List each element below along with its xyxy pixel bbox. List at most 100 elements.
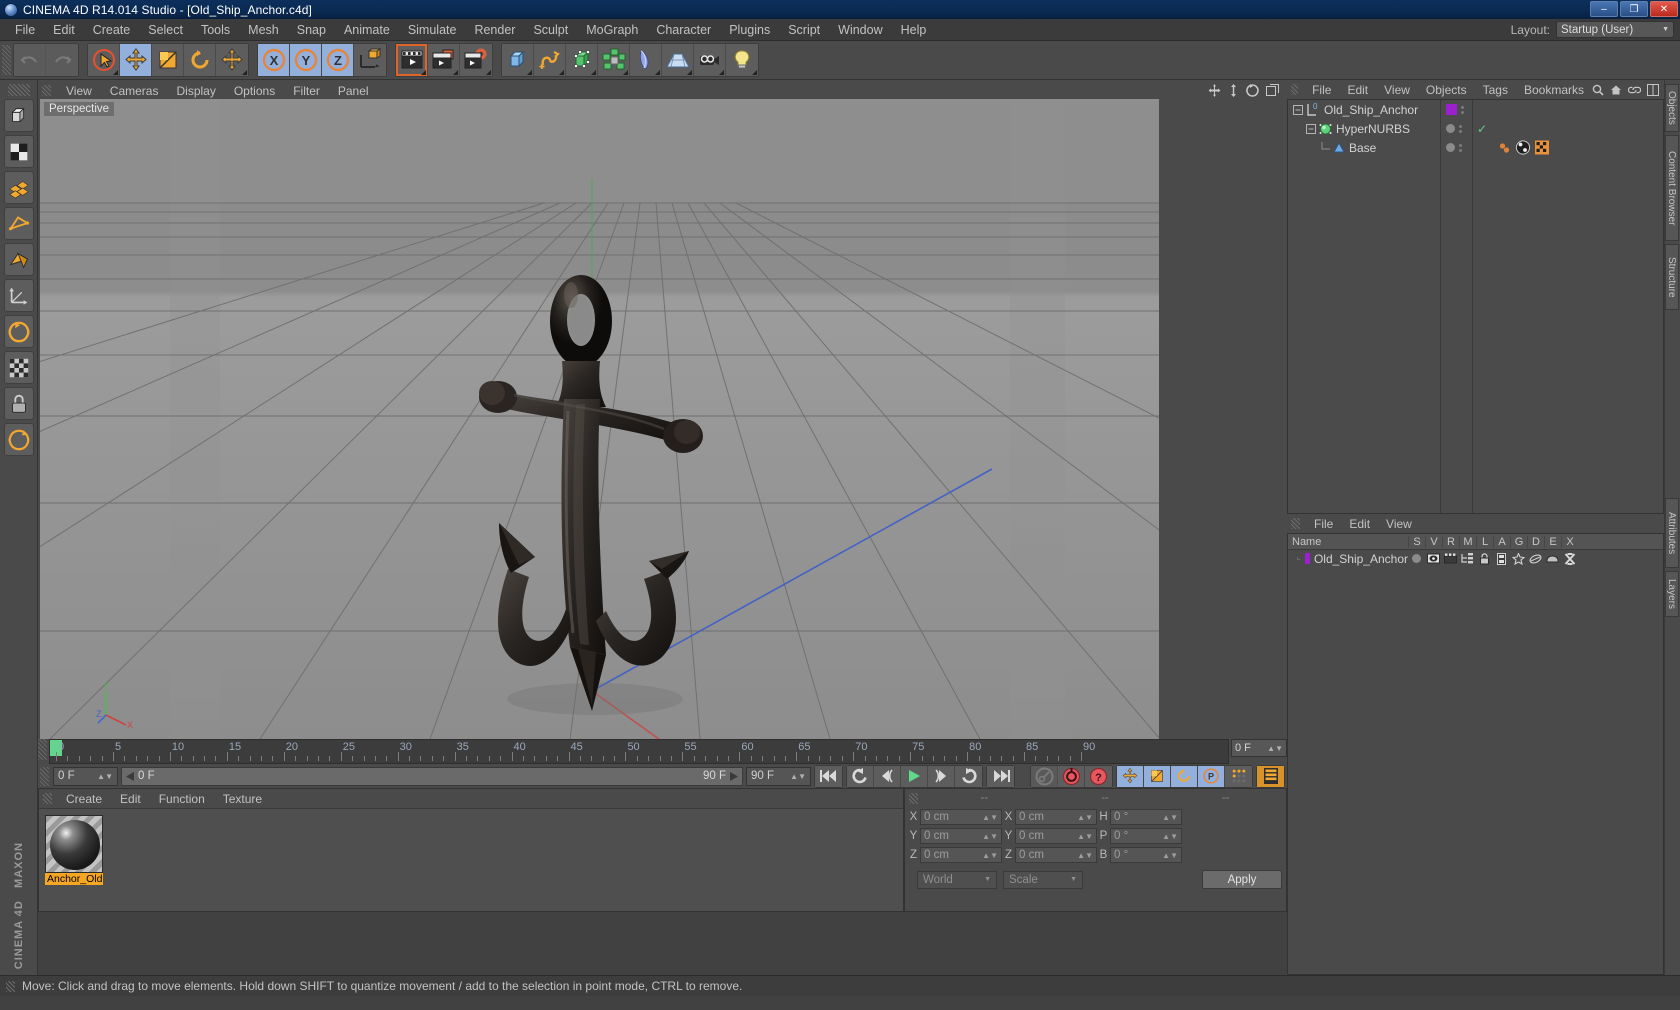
layer-color-swatch[interactable]: [1305, 553, 1310, 564]
viewport-menu-grip[interactable]: [42, 85, 51, 96]
layer-row[interactable]: Old_Ship_Anchor: [1288, 550, 1663, 567]
object-manager-grip[interactable]: [1291, 84, 1299, 95]
spinner-icon[interactable]: ▲▼: [790, 772, 806, 781]
layer-cell-l[interactable]: [1476, 552, 1493, 565]
layout-icon[interactable]: [1647, 83, 1659, 96]
solo-dot-icon[interactable]: [1412, 554, 1421, 563]
spinner-icon[interactable]: ▲▼: [97, 772, 113, 781]
render-settings-icon[interactable]: [460, 44, 492, 76]
loop-icon[interactable]: [955, 765, 982, 787]
object-row-hypernurbs[interactable]: HyperNURBS: [1288, 119, 1440, 138]
menu-item-character[interactable]: Character: [647, 21, 720, 39]
polygons-mode-icon[interactable]: [3, 243, 34, 276]
current-frame-field[interactable]: 0 F ▲▼: [1231, 739, 1287, 757]
pos-x-field[interactable]: 0 cm ▲▼: [920, 809, 1002, 825]
rot-p-field[interactable]: 0 ° ▲▼: [1110, 828, 1182, 844]
texture-tag-icon[interactable]: [1515, 140, 1531, 155]
floor-icon[interactable]: [662, 44, 694, 76]
layer-col-r[interactable]: R: [1442, 535, 1459, 548]
anim-start-field[interactable]: 0 F ▲▼: [53, 766, 118, 786]
visibility-dots-row-1[interactable]: [1441, 100, 1472, 119]
material-menu-function[interactable]: Function: [150, 791, 214, 807]
layer-manager-grip[interactable]: [1291, 518, 1300, 529]
camera-icon[interactable]: [694, 44, 726, 76]
axis-move-icon[interactable]: [216, 44, 248, 76]
play-backwards-loop-icon[interactable]: [847, 765, 874, 787]
maximize-view-icon[interactable]: [1266, 84, 1279, 97]
redo-icon[interactable]: [46, 44, 78, 76]
menu-item-select[interactable]: Select: [139, 21, 192, 39]
lock-axis-icon[interactable]: [3, 387, 34, 420]
bend-deformer-icon[interactable]: [630, 44, 662, 76]
array-icon[interactable]: [598, 44, 630, 76]
enabled-check-icon[interactable]: ✓: [1477, 122, 1487, 136]
maximize-button[interactable]: ❐: [1620, 1, 1648, 17]
z-axis-icon[interactable]: Z: [322, 44, 354, 76]
edges-mode-icon[interactable]: [3, 207, 34, 240]
link-icon[interactable]: [1628, 85, 1641, 95]
material-menu-texture[interactable]: Texture: [214, 791, 271, 807]
visibility-dots-row-3[interactable]: [1441, 138, 1472, 157]
object-menu-file[interactable]: File: [1304, 82, 1339, 98]
y-axis-icon[interactable]: Y: [290, 44, 322, 76]
menu-item-snap[interactable]: Snap: [288, 21, 335, 39]
move-camera-icon[interactable]: [1208, 84, 1221, 97]
material-menu-edit[interactable]: Edit: [111, 791, 150, 807]
goto-start-icon[interactable]: [815, 765, 842, 787]
spinner-icon[interactable]: ▲▼: [1077, 832, 1093, 841]
size-x-field[interactable]: 0 cm ▲▼: [1015, 809, 1097, 825]
tab-structure[interactable]: Structure: [1665, 244, 1679, 310]
model-mode-icon[interactable]: [3, 99, 34, 132]
viewport-menu-cameras[interactable]: Cameras: [101, 83, 168, 99]
param-key-icon[interactable]: P: [1198, 765, 1225, 787]
expand-collapse-icon[interactable]: [1291, 103, 1305, 117]
scale-key-icon[interactable]: [1144, 765, 1171, 787]
toolbar-grip[interactable]: [2, 45, 11, 75]
menu-item-file[interactable]: File: [6, 21, 44, 39]
spinner-icon[interactable]: ▲▼: [1162, 813, 1178, 822]
spinner-icon[interactable]: ▲▼: [982, 832, 998, 841]
visibility-toggle-icon[interactable]: [1461, 105, 1464, 114]
visibility-toggle-icon[interactable]: [1459, 124, 1462, 133]
menu-item-script[interactable]: Script: [779, 21, 829, 39]
render-region-icon[interactable]: [428, 44, 460, 76]
viewport-menu-filter[interactable]: Filter: [284, 83, 329, 99]
material-menu-create[interactable]: Create: [57, 791, 111, 807]
menu-item-edit[interactable]: Edit: [44, 21, 84, 39]
menu-item-window[interactable]: Window: [829, 21, 891, 39]
layer-col-s[interactable]: S: [1408, 535, 1425, 548]
render-view-icon[interactable]: [396, 44, 428, 76]
layer-cell-x[interactable]: [1561, 552, 1578, 565]
rot-b-field[interactable]: 0 ° ▲▼: [1110, 847, 1182, 863]
search-icon[interactable]: [1592, 84, 1604, 96]
x-axis-icon[interactable]: X: [258, 44, 290, 76]
object-menu-objects[interactable]: Objects: [1418, 82, 1475, 98]
visibility-dot[interactable]: [1446, 143, 1455, 152]
layer-menu-view[interactable]: View: [1378, 516, 1420, 532]
spinner-icon[interactable]: ▲▼: [1162, 851, 1178, 860]
spinner-icon[interactable]: ▲▼: [1267, 744, 1283, 753]
close-button[interactable]: ✕: [1650, 1, 1678, 17]
timeline-grip[interactable]: [38, 739, 47, 760]
pos-z-field[interactable]: 0 cm ▲▼: [920, 847, 1002, 863]
coordinates-grip[interactable]: [909, 792, 918, 804]
spline-pen-icon[interactable]: [534, 44, 566, 76]
layer-cell-m[interactable]: [1459, 553, 1476, 564]
live-selection-icon[interactable]: [88, 44, 120, 76]
visibility-dot[interactable]: [1446, 124, 1455, 133]
axis-mode-icon[interactable]: [3, 279, 34, 312]
layer-menu-file[interactable]: File: [1306, 516, 1341, 532]
layer-cell-r[interactable]: [1442, 553, 1459, 564]
material-thumbnail[interactable]: [45, 815, 103, 873]
viewport-3d[interactable]: Perspective Y X Z: [40, 99, 1159, 739]
viewport-menu-options[interactable]: Options: [225, 83, 284, 99]
minimize-button[interactable]: –: [1590, 1, 1618, 17]
layer-cell-a[interactable]: [1493, 552, 1510, 565]
object-menu-bookmarks[interactable]: Bookmarks: [1516, 82, 1592, 98]
rot-h-field[interactable]: 0 ° ▲▼: [1110, 809, 1182, 825]
nurbs-icon[interactable]: [566, 44, 598, 76]
scale-camera-icon[interactable]: [1228, 84, 1239, 97]
autokey-icon[interactable]: [1031, 765, 1058, 787]
layer-cell-e[interactable]: [1544, 554, 1561, 564]
step-back-icon[interactable]: [874, 765, 901, 787]
